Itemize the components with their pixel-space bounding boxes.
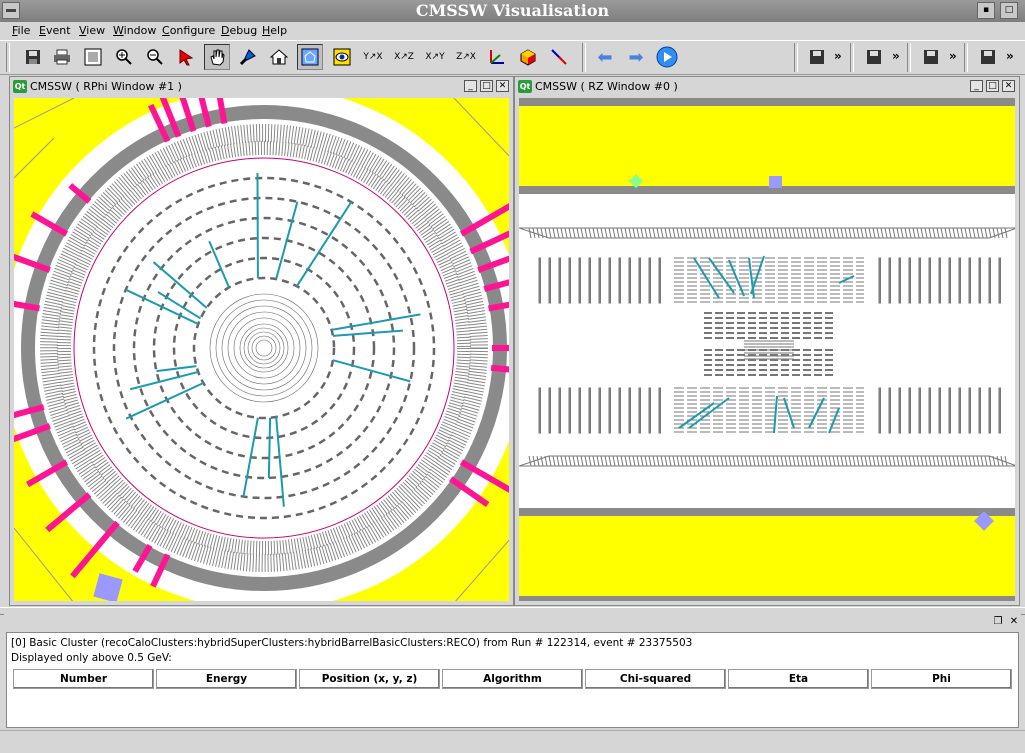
rphi-event-display[interactable] [14,98,509,601]
info-dock-titlebar: ❐ ✕ [4,614,1021,630]
flashlight-icon[interactable] [235,44,261,70]
pointer-icon[interactable] [173,44,199,70]
next-event-icon[interactable]: ➡ [623,44,649,70]
column-number[interactable]: Number [13,669,154,689]
film-icon[interactable] [80,44,106,70]
home-icon[interactable] [266,44,292,70]
toolbar-overflow-button[interactable]: » [949,49,957,63]
play-icon[interactable] [654,44,680,70]
main-toolbar: Y↗X X↗Z X↗Y Z↗X ⬅ ➡ » » » » [0,40,1025,75]
menubar: File Event View Window Configure Debug H… [0,22,1025,39]
column-eta[interactable]: Eta [728,669,869,689]
rz-window-title: CMSSW ( RZ Window #0 ) [535,80,678,93]
minimize-button[interactable]: ▪ [977,2,995,19]
column-algorithm[interactable]: Algorithm [442,669,583,689]
column-energy[interactable]: Energy [156,669,297,689]
rz-view[interactable] [519,98,1015,601]
menu-help[interactable]: Help [262,24,287,37]
column-chi-squared[interactable]: Chi-squared [585,669,726,689]
rphi-window-titlebar: Qt CMSSW ( RPhi Window #1 ) _ □ ✕ [12,79,511,95]
qt-logo-icon: Qt [13,80,27,93]
zoom-in-icon[interactable] [111,44,137,70]
print-icon[interactable] [49,44,75,70]
column-position[interactable]: Position (x, y, z) [299,669,440,689]
rphi-view[interactable] [14,98,509,601]
prev-event-icon[interactable]: ⬅ [592,44,618,70]
info-panel: [0] Basic Cluster (recoCaloClusters:hybr… [6,632,1019,728]
window-titlebar: CMSSW Visualisation ▪ □ [0,0,1025,23]
axis-icon[interactable] [484,44,510,70]
status-bar [0,730,1025,753]
maximize-icon[interactable]: □ [986,80,999,92]
save-icon[interactable] [804,44,830,70]
menu-event[interactable]: Event [39,24,71,37]
menu-debug[interactable]: Debug [221,24,257,37]
hand-icon[interactable] [204,44,230,70]
zoom-out-icon[interactable] [142,44,168,70]
rphi-window: Qt CMSSW ( RPhi Window #1 ) _ □ ✕ [9,76,514,606]
cube-icon[interactable] [515,44,541,70]
cluster-description: [0] Basic Cluster (recoCaloClusters:hybr… [11,637,692,649]
menu-configure[interactable]: Configure [162,24,215,37]
info-dock: ❐ ✕ [0] Basic Cluster (recoCaloClusters:… [4,614,1021,728]
axes-xy-icon[interactable]: X↗Y [422,44,448,70]
arrows-icon[interactable] [546,44,572,70]
axes-yx-icon[interactable]: Y↗X [360,44,386,70]
qt-logo-icon: Qt [518,80,532,93]
axes-xz-icon[interactable]: X↗Z [391,44,417,70]
rz-window-titlebar: Qt CMSSW ( RZ Window #0 ) _ □ ✕ [517,79,1017,95]
table-header: Number Energy Position (x, y, z) Algorit… [13,669,1012,689]
close-icon[interactable]: ✕ [1002,80,1015,92]
minimize-icon[interactable]: _ [464,80,477,92]
rphi-window-title: CMSSW ( RPhi Window #1 ) [30,80,182,93]
save-icon[interactable] [975,44,1001,70]
column-phi[interactable]: Phi [871,669,1012,689]
window-title: CMSSW Visualisation [0,1,1025,20]
maximize-icon[interactable]: □ [480,80,493,92]
menu-view[interactable]: View [79,24,105,37]
toolbar-overflow-button[interactable]: » [892,49,900,63]
energy-threshold-note: Displayed only above 0.5 GeV: [11,652,172,664]
toolbar-overflow-button[interactable]: » [1006,49,1014,63]
rz-event-display[interactable] [519,98,1015,601]
close-icon[interactable]: ✕ [1007,615,1021,628]
close-icon[interactable]: ✕ [496,80,509,92]
maximize-button[interactable]: □ [1000,2,1018,19]
minimize-icon[interactable]: _ [970,80,983,92]
save-icon[interactable] [918,44,944,70]
menu-window[interactable]: Window [113,24,156,37]
eye-icon[interactable] [329,44,355,70]
undock-icon[interactable]: ❐ [991,615,1005,628]
fit-view-icon[interactable] [297,44,323,70]
rz-window: Qt CMSSW ( RZ Window #0 ) _ □ ✕ [514,76,1020,606]
axes-zx-icon[interactable]: Z↗X [453,44,479,70]
toolbar-overflow-button[interactable]: » [834,49,842,63]
save-icon[interactable] [861,44,887,70]
menu-file[interactable]: File [12,24,30,37]
save-icon[interactable] [20,44,46,70]
